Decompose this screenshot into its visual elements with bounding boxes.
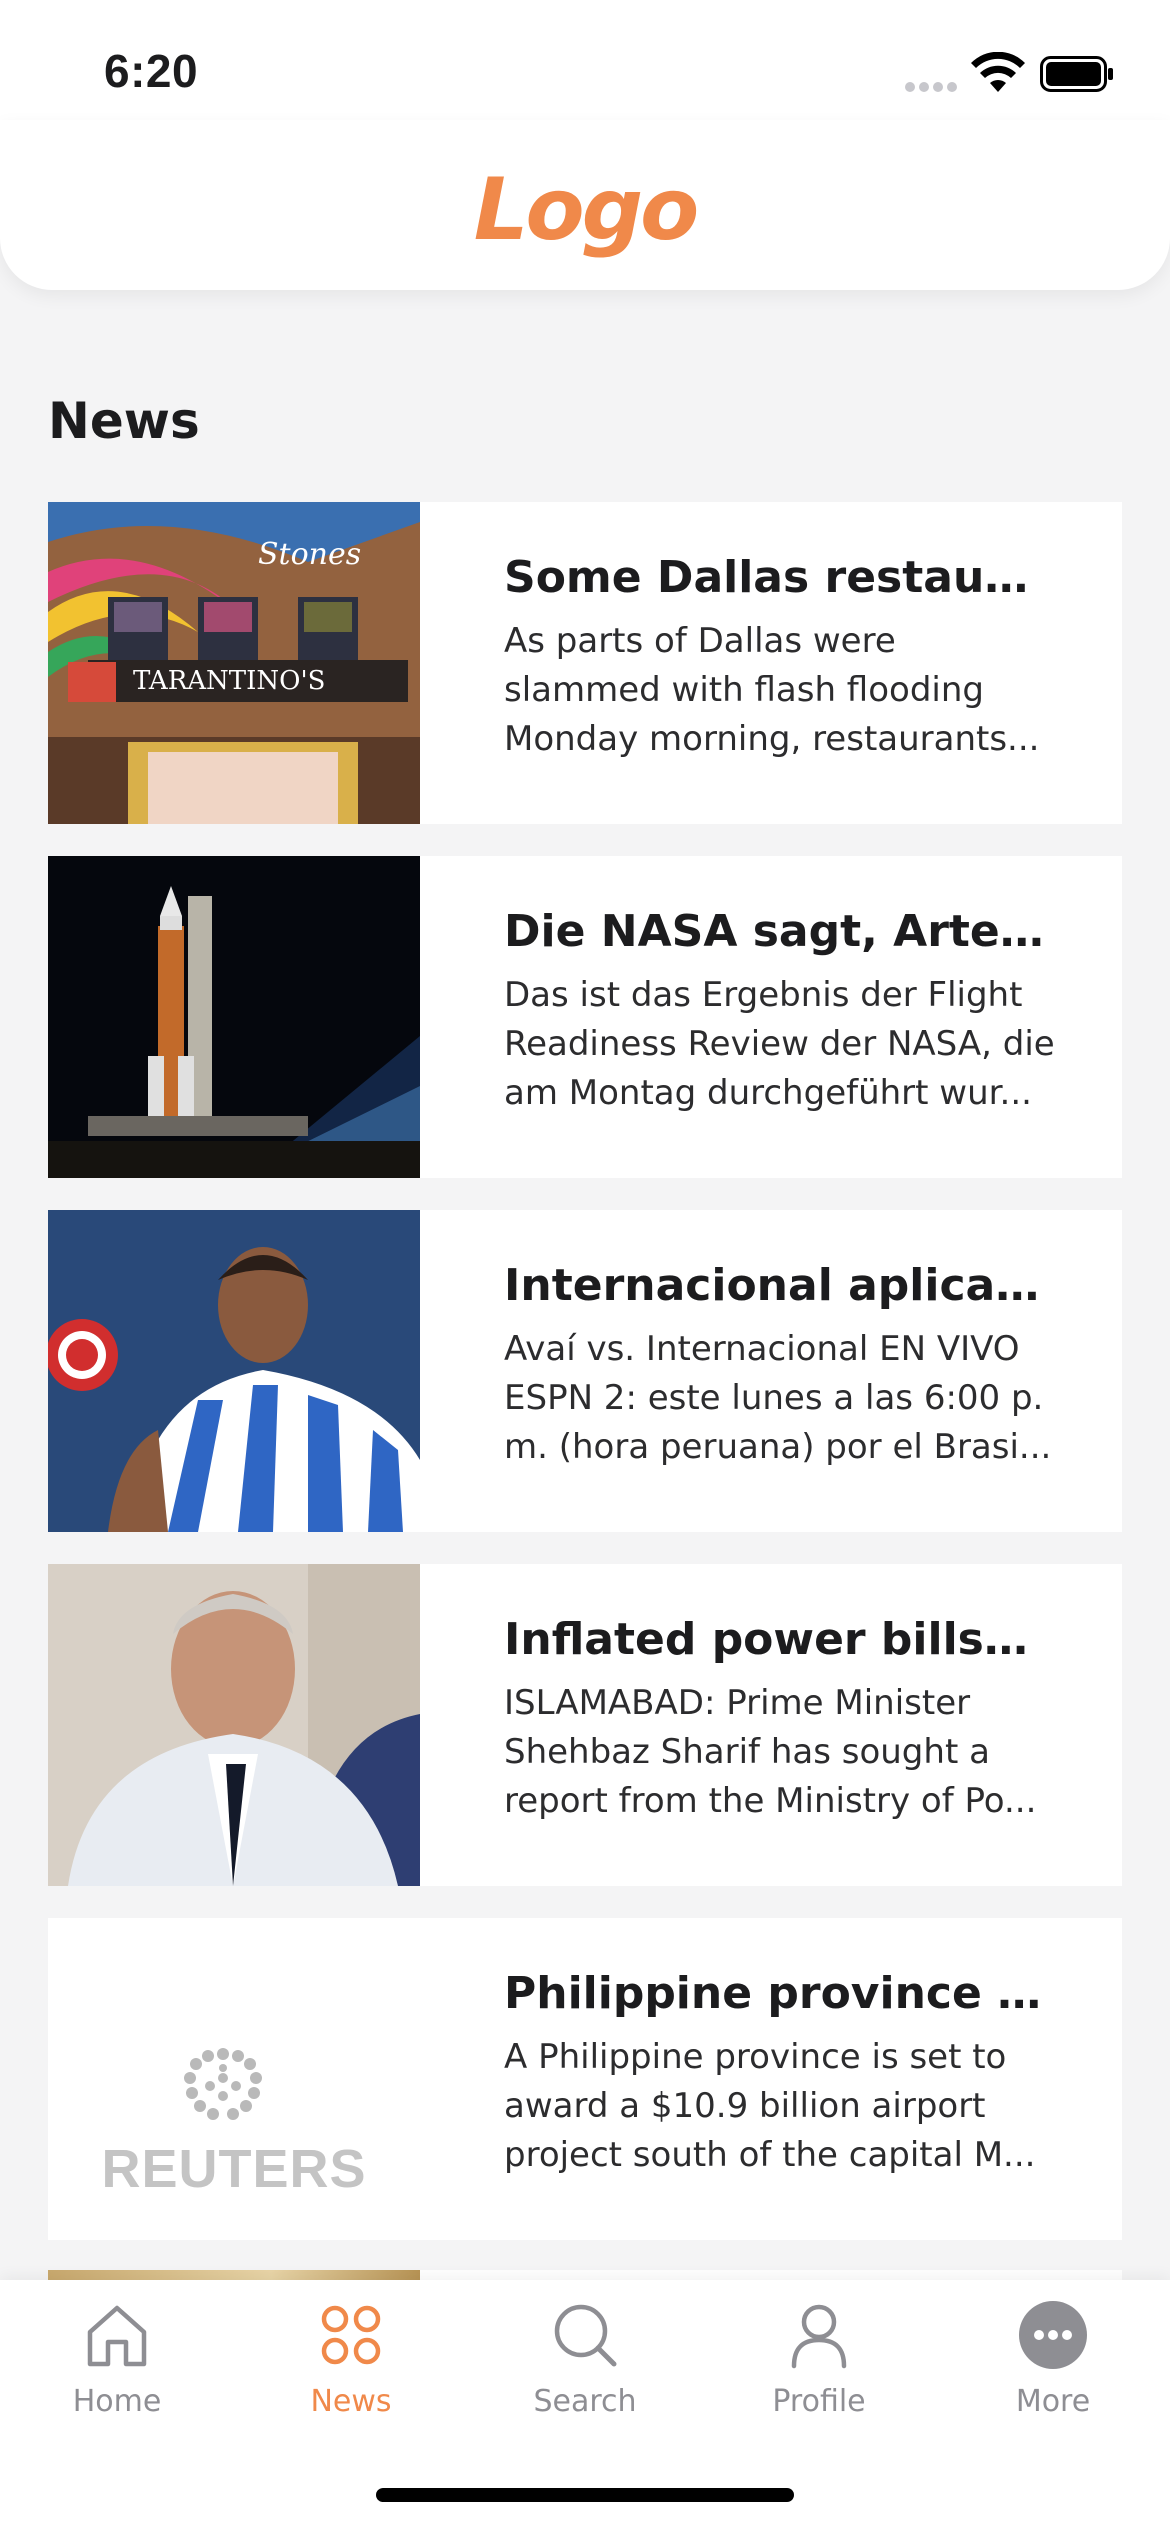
- tab-label: Search: [533, 2384, 637, 2419]
- news-title: Die NASA sagt, Artemi...: [504, 906, 1044, 957]
- status-time: 6:20: [104, 45, 199, 97]
- news-thumbnail: [48, 1564, 420, 1886]
- news-excerpt: Avaí vs. Internacional EN VIVO ESPN 2: e…: [504, 1329, 1052, 1467]
- news-card[interactable]: Die NASA sagt, Artemi... Das ist das Erg…: [48, 856, 1122, 1178]
- news-card[interactable]: Inflated power bills: P... ISLAMABAD: Pr…: [48, 1564, 1122, 1886]
- svg-text:TARANTINO'S: TARANTINO'S: [133, 666, 325, 696]
- search-icon: [554, 2304, 617, 2367]
- app-header: Logo: [0, 120, 1170, 290]
- news-thumbnail: Stones TARANTINO'S: [48, 502, 420, 824]
- tab-label: More: [1015, 2384, 1091, 2419]
- app-logo: Logo: [473, 160, 700, 260]
- news-excerpt: As parts of Dallas were slammed with fla…: [504, 621, 1040, 759]
- news-excerpt: ISLAMABAD: Prime Minister Shehbaz Sharif…: [504, 1683, 1037, 1821]
- cellular-signal-icon: [905, 82, 959, 92]
- news-thumbnail: [48, 1210, 420, 1532]
- reuters-wordmark: REUTERS: [101, 2139, 367, 2199]
- home-icon: [87, 2305, 147, 2367]
- news-card[interactable]: Stones TARANTINO'S Some Dallas restauran…: [48, 502, 1122, 824]
- tab-home[interactable]: Home: [0, 2300, 234, 2450]
- news-title: Inflated power bills: P...: [504, 1614, 1044, 1665]
- svg-text:Stones: Stones: [258, 537, 361, 572]
- news-thumbnail: [48, 856, 420, 1178]
- section-title: News: [48, 392, 200, 450]
- battery-icon: [1040, 56, 1113, 92]
- wifi-icon: [971, 52, 1025, 92]
- news-thumbnail: REUTERS: [48, 1918, 420, 2240]
- tab-label: News: [310, 2384, 392, 2419]
- news-excerpt: Das ist das Ergebnis der Flight Readines…: [504, 975, 1055, 1113]
- news-title: Philippine province to...: [504, 1968, 1044, 2019]
- profile-icon: [791, 2304, 847, 2369]
- news-card[interactable]: REUTERS Philippine province to... A Phil…: [48, 1918, 1122, 2240]
- tab-more[interactable]: More: [936, 2300, 1170, 2450]
- tab-news[interactable]: News: [234, 2300, 468, 2450]
- tab-search[interactable]: Search: [468, 2300, 702, 2450]
- tab-label: Home: [72, 2384, 162, 2419]
- news-list: Stones TARANTINO'S Some Dallas restauran…: [48, 502, 1122, 2272]
- status-bar: 6:20: [0, 0, 1170, 140]
- news-title: Internacional aplica ‘le...: [504, 1260, 1044, 1311]
- home-indicator[interactable]: [376, 2488, 794, 2502]
- tab-label: Profile: [772, 2384, 866, 2419]
- news-card[interactable]: Internacional aplica ‘le... Avaí vs. Int…: [48, 1210, 1122, 1532]
- news-grid-icon: [321, 2305, 381, 2365]
- news-title: Some Dallas restauran...: [504, 552, 1044, 603]
- tab-profile[interactable]: Profile: [702, 2300, 936, 2450]
- more-icon: [1019, 2301, 1087, 2369]
- news-excerpt: A Philippine province is set to award a …: [504, 2037, 1036, 2175]
